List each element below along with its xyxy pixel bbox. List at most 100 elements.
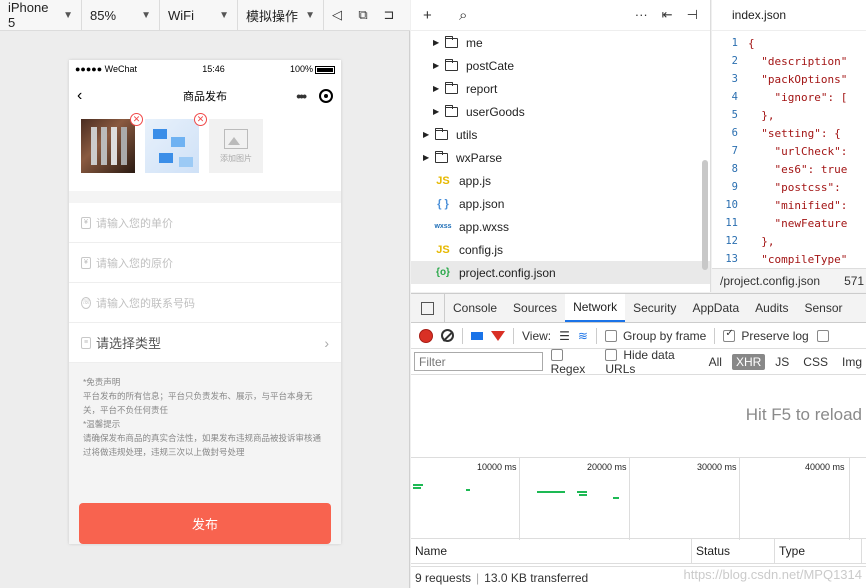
- chevron-right-icon[interactable]: ▶: [433, 38, 445, 47]
- rotate-icon[interactable]: ⧉: [350, 0, 376, 31]
- chevron-right-icon[interactable]: ▶: [433, 61, 445, 70]
- network-select[interactable]: WiFi ▼: [160, 0, 238, 31]
- close-miniprogram-icon[interactable]: [319, 88, 333, 103]
- more-icon[interactable]: •••: [296, 88, 307, 104]
- chevron-right-icon[interactable]: ▶: [433, 107, 445, 116]
- tree-folder[interactable]: ▶ userGoods: [411, 100, 710, 123]
- timeline-tick-label: 10000 ms: [477, 462, 517, 472]
- type-filter-img[interactable]: Img: [838, 354, 866, 370]
- devtools-tab-sources[interactable]: Sources: [505, 294, 565, 322]
- editor-status-bar: /project.config.json 571: [712, 268, 866, 292]
- tree-folder[interactable]: ▶ wxParse: [411, 146, 710, 169]
- group-by-frame-checkbox[interactable]: Group by frame: [604, 329, 706, 343]
- code-text: {: [748, 36, 755, 50]
- filter-icon[interactable]: [491, 330, 505, 341]
- publish-button[interactable]: 发布: [79, 503, 331, 544]
- type-filter-js[interactable]: JS: [771, 354, 793, 370]
- preserve-log-checkbox[interactable]: Preserve log: [723, 328, 809, 343]
- back-arrow-icon[interactable]: ‹: [77, 87, 82, 105]
- delete-image-icon[interactable]: ✕: [194, 113, 207, 126]
- tree-file[interactable]: JS config.js: [411, 238, 710, 261]
- sidebar-toggle-icon[interactable]: ⊣: [687, 7, 698, 23]
- chevron-right-icon[interactable]: ▶: [423, 153, 435, 162]
- devtools-tab-security[interactable]: Security: [625, 294, 684, 322]
- code-line: 5 },: [712, 106, 866, 124]
- timeline-tick-label: 20000 ms: [587, 462, 627, 472]
- code-line: 1{: [712, 34, 866, 52]
- line-number: 9: [731, 181, 738, 193]
- devtools-tab-appdata[interactable]: AppData: [684, 294, 747, 322]
- product-image[interactable]: ✕: [145, 113, 207, 173]
- product-image[interactable]: ✕: [81, 113, 143, 173]
- devtools-tab-console[interactable]: Console: [445, 294, 505, 322]
- add-icon[interactable]: +: [423, 7, 459, 24]
- tree-file[interactable]: {o} project.config.json: [411, 261, 710, 284]
- tree-file[interactable]: JS app.js: [411, 169, 710, 192]
- tree-folder[interactable]: ▶ utils: [411, 123, 710, 146]
- tree-folder[interactable]: ▶ report: [411, 77, 710, 100]
- tree-file[interactable]: { } app.json: [411, 192, 710, 215]
- delete-image-icon[interactable]: ✕: [130, 113, 143, 126]
- devtools-tab-network[interactable]: Network: [565, 294, 626, 322]
- line-number: 6: [731, 127, 738, 139]
- type-filter-xhr[interactable]: XHR: [731, 353, 766, 370]
- devtools-tab-audits[interactable]: Audits: [747, 294, 796, 322]
- chevron-right-icon[interactable]: ▶: [423, 130, 435, 139]
- original-price-field[interactable]: ¥ 请输入您的原价: [69, 243, 341, 283]
- file-size: 571: [844, 273, 865, 288]
- type-filter-all[interactable]: All: [705, 354, 726, 370]
- tree-item-label: wxParse: [456, 150, 503, 165]
- detach-icon[interactable]: ⊐: [376, 0, 402, 31]
- waterfall-view-icon[interactable]: ≋: [578, 329, 588, 343]
- type-filter-css[interactable]: CSS: [799, 354, 832, 370]
- tree-folder[interactable]: ▶ postCate: [411, 54, 710, 77]
- hide-data-urls-checkbox[interactable]: Hide data URLs: [605, 348, 696, 376]
- phone-number-field[interactable]: ☏ 请输入您的联系号码: [69, 283, 341, 323]
- price-field[interactable]: ¥ 请输入您的单价: [69, 203, 341, 243]
- add-image-button[interactable]: 添加图片: [209, 119, 263, 173]
- view-label: View:: [522, 328, 552, 343]
- list-view-icon[interactable]: ☰: [559, 329, 570, 343]
- zoom-select[interactable]: 85% ▼: [82, 0, 160, 31]
- editor-tab[interactable]: index.json: [712, 0, 866, 31]
- record-icon[interactable]: [419, 328, 433, 343]
- inspect-element-icon[interactable]: [411, 294, 445, 322]
- file-tree-panel: + ⌕ ··· ⇤ ⊣ ▶ me ▶ postCate ▶ report ▶ userGood…: [411, 0, 711, 292]
- regex-checkbox[interactable]: Regex: [550, 348, 598, 376]
- devtools-tab-sensor[interactable]: Sensor: [797, 294, 851, 322]
- json-file-icon: { }: [437, 197, 449, 210]
- tree-file[interactable]: wxss app.wxss: [411, 215, 710, 238]
- code-line: 2 "description": [712, 52, 866, 70]
- capture-screenshots-icon[interactable]: [471, 331, 483, 340]
- device-select[interactable]: iPhone 5 ▼: [0, 0, 82, 31]
- more-icon[interactable]: ···: [635, 7, 648, 23]
- column-name[interactable]: Name: [411, 538, 692, 564]
- clock: 15:46: [202, 64, 225, 74]
- code-text: "ignore": [: [748, 90, 848, 104]
- code-line: 10 "minified":: [712, 196, 866, 214]
- network-timeline[interactable]: 10000 ms 20000 ms 30000 ms 40000 ms: [411, 457, 866, 540]
- disable-cache-checkbox[interactable]: [816, 329, 835, 343]
- simulator-panel: iPhone 5 ▼ 85% ▼ WiFi ▼ 模拟操作 ▼ ◁ ⧉ ⊐ ●●●●● W…: [0, 0, 410, 588]
- type-selector[interactable]: ≡ 请选择类型 ›: [69, 323, 341, 363]
- collapse-icon[interactable]: ⇤: [662, 7, 673, 23]
- scrollbar[interactable]: [702, 160, 708, 270]
- request-count: 9 requests: [415, 570, 472, 585]
- column-status[interactable]: Status: [692, 538, 775, 564]
- code-text: },: [748, 108, 775, 122]
- operation-select[interactable]: 模拟操作 ▼: [238, 0, 324, 31]
- filter-input[interactable]: Filter: [414, 352, 543, 371]
- volume-icon[interactable]: ◁: [324, 0, 350, 31]
- column-type[interactable]: Type: [775, 538, 862, 564]
- phone-nav-bar: ‹ 商品发布 •••: [69, 78, 341, 113]
- tree-item-label: app.js: [459, 173, 492, 188]
- timeline-bar: [466, 489, 470, 491]
- watermark: https://blog.csdn.net/MPQ1314: [683, 567, 863, 582]
- chevron-right-icon[interactable]: ▶: [433, 84, 445, 93]
- clear-icon[interactable]: [441, 329, 454, 342]
- tree-folder[interactable]: ▶ me: [411, 31, 710, 54]
- search-icon[interactable]: ⌕: [459, 7, 495, 24]
- file-tree-list: ▶ me ▶ postCate ▶ report ▶ userGoods ▶ utils ▶ wxPa…: [411, 31, 710, 284]
- tree-item-label: project.config.json: [459, 265, 556, 280]
- code-body[interactable]: 1{2 "description" 3 "packOptions" 4 "ignor…: [712, 31, 866, 268]
